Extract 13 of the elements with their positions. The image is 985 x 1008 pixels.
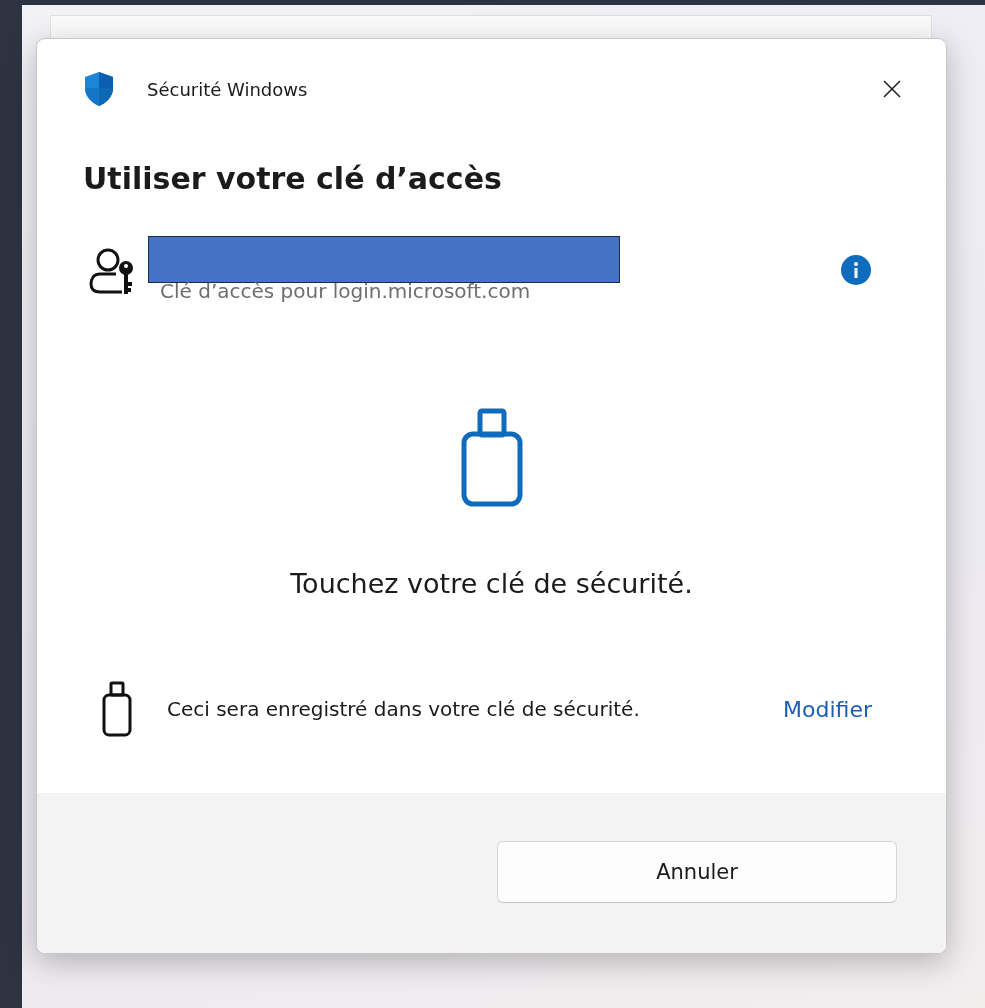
modify-link[interactable]: Modifier [783, 696, 872, 722]
info-button[interactable] [840, 253, 872, 286]
close-icon [882, 79, 902, 99]
dialog-heading: Utiliser votre clé d’accès [83, 160, 503, 198]
shield-icon [83, 71, 115, 107]
usb-key-icon [459, 408, 524, 508]
passkey-subtitle: Clé d’accès pour login.microsoft.com [160, 279, 532, 303]
prompt-text: Touchez votre clé de sécurité. [290, 568, 693, 599]
info-icon [840, 253, 872, 286]
window-title: Sécurité Windows [147, 78, 309, 100]
usb-key-icon [101, 681, 133, 737]
cancel-button[interactable]: Annuler [497, 841, 897, 903]
storage-note: Ceci sera enregistré dans votre clé de sécurité. [167, 696, 641, 723]
